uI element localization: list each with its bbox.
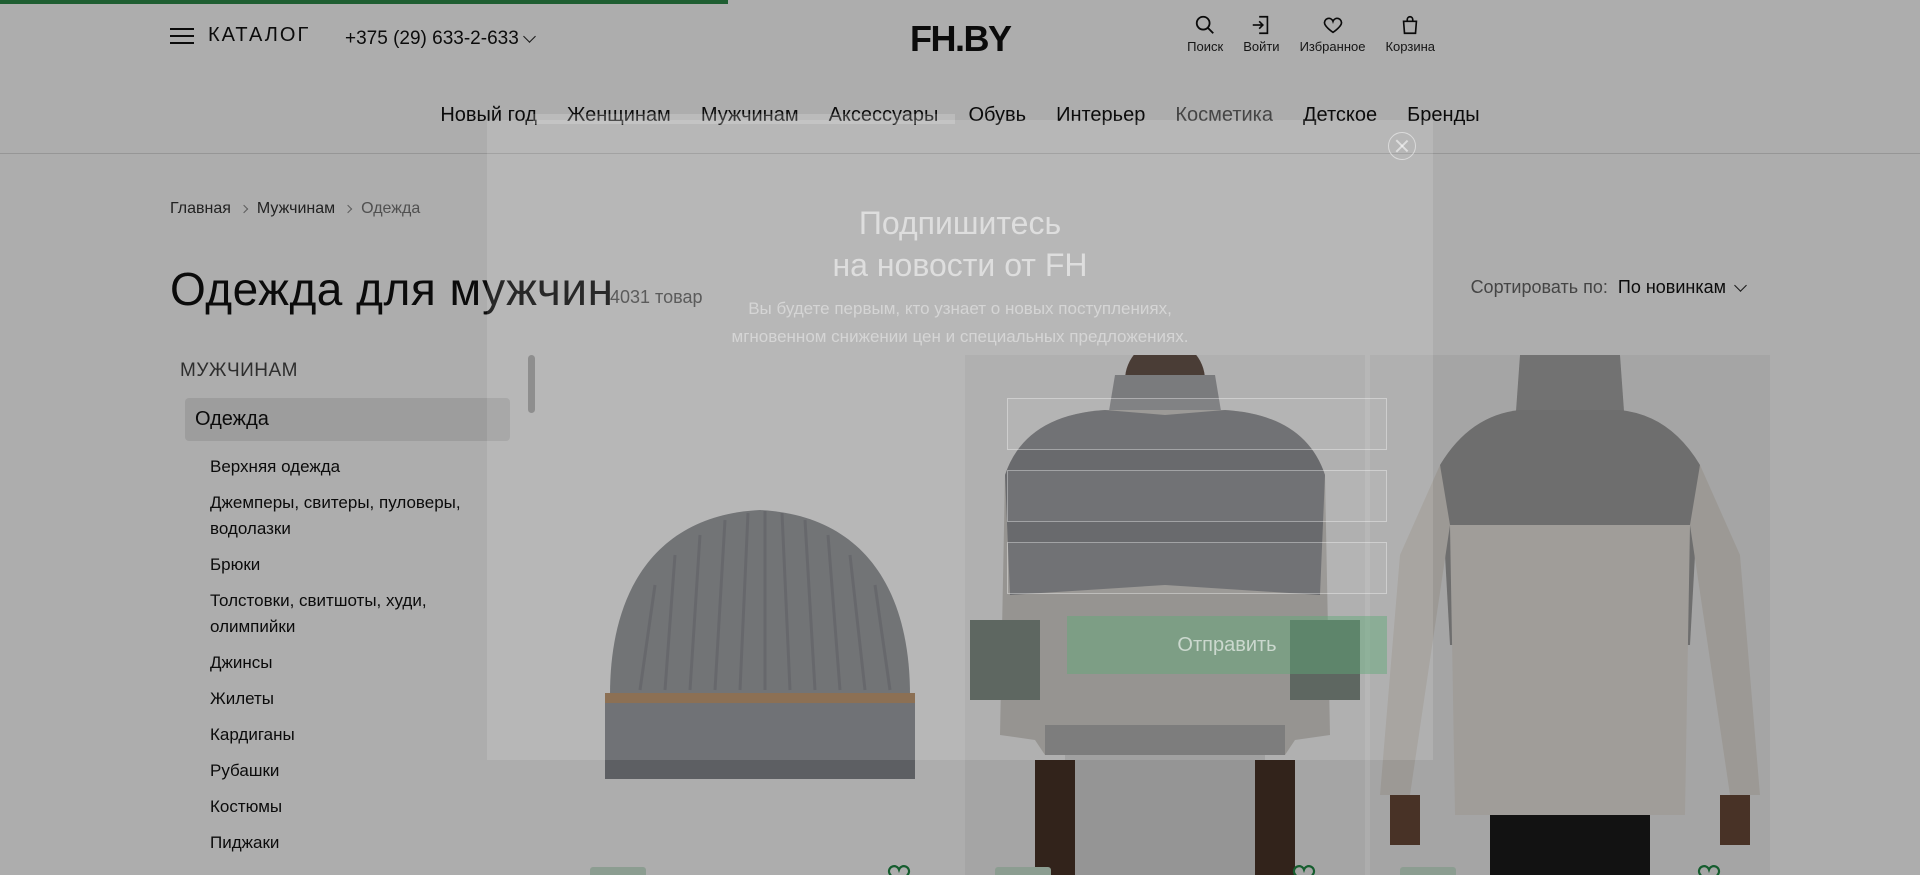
email-field[interactable]	[1007, 470, 1387, 522]
modal-title-line1: Подпишитесь	[858, 205, 1062, 241]
phone-field[interactable]	[1007, 542, 1387, 594]
modal-title: Подпишитесь на новости от FH	[487, 202, 1433, 286]
close-icon[interactable]	[1388, 132, 1416, 160]
modal-title-line2: на новости от FH	[832, 247, 1088, 283]
submit-button[interactable]: Отправить	[1067, 616, 1387, 674]
name-field[interactable]	[1007, 398, 1387, 450]
modal-top-strip	[533, 114, 955, 124]
modal-description: Вы будете первым, кто узнает о новых пос…	[731, 299, 1189, 346]
subscribe-modal: Подпишитесь на новости от FH Вы будете п…	[487, 114, 1433, 760]
